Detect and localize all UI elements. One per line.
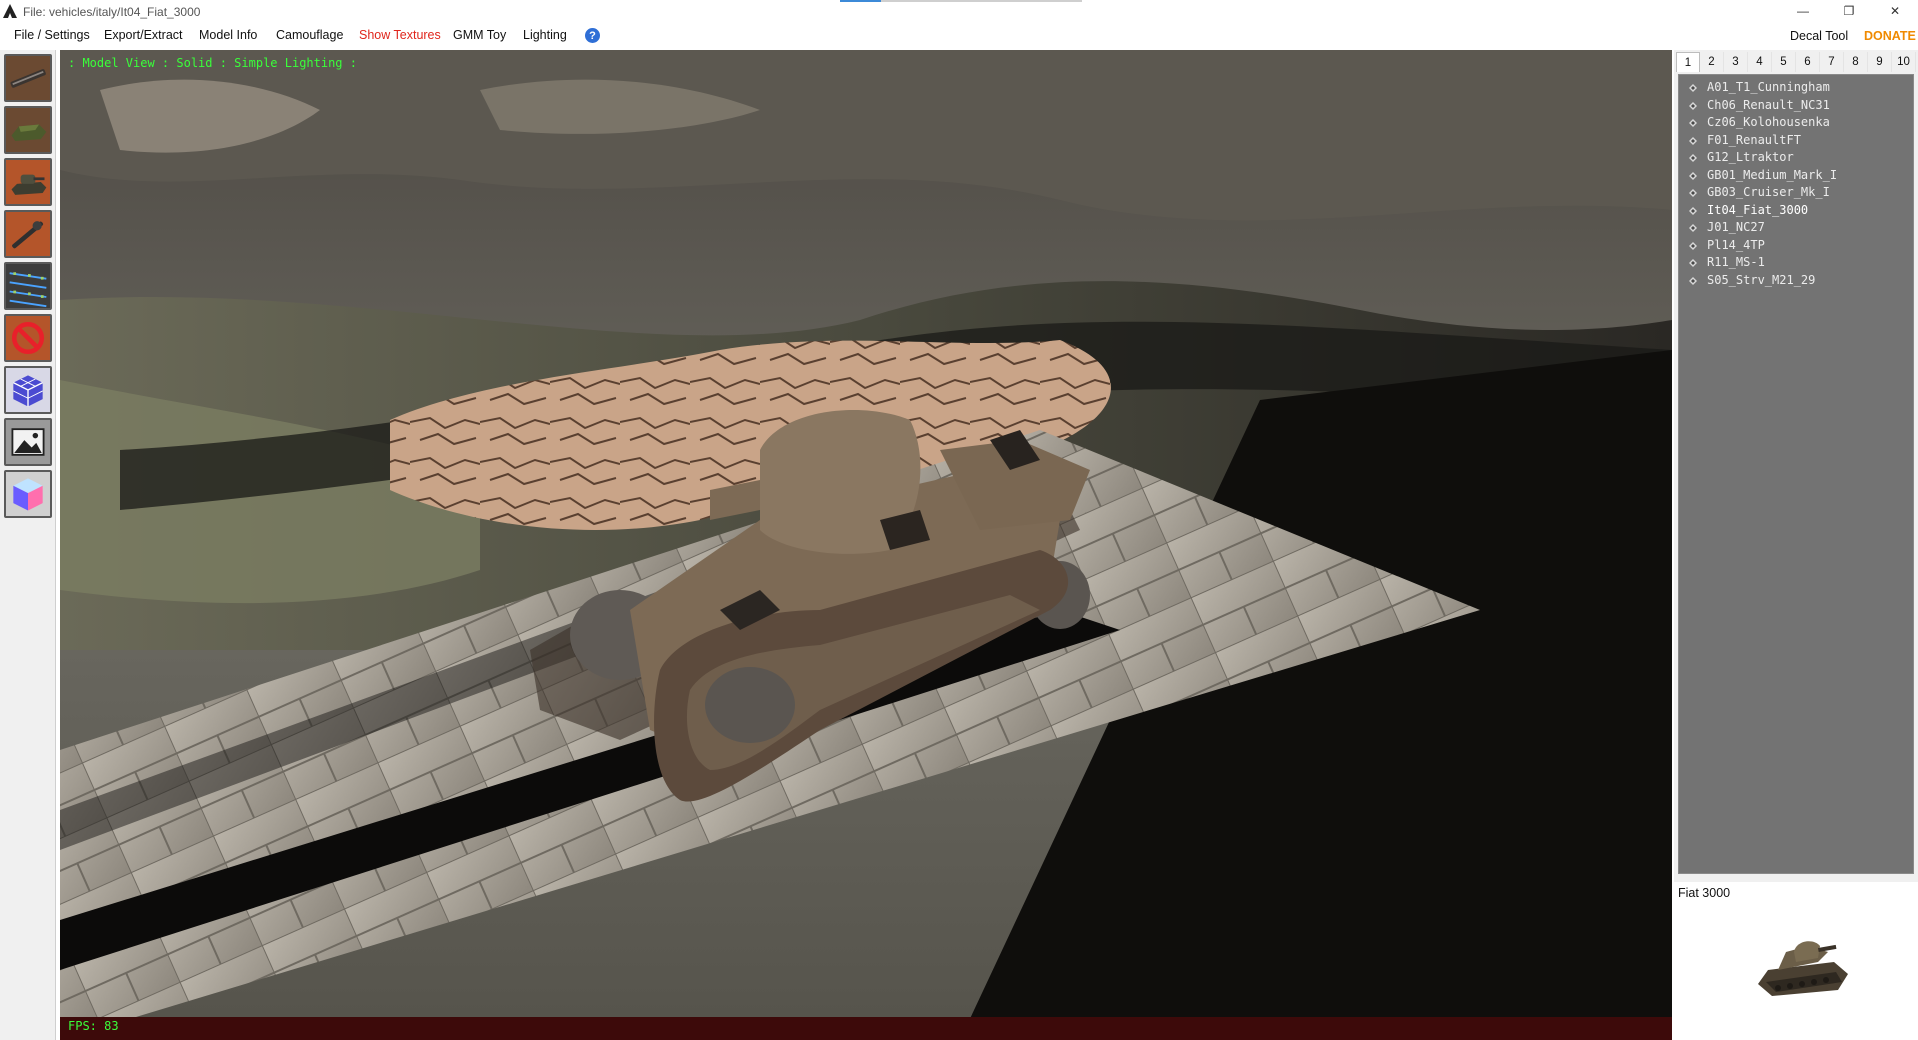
list-item[interactable]: A01_T1_Cunningham: [1679, 79, 1913, 96]
tank-item-label: G12_Ltraktor: [1707, 150, 1794, 164]
menu-gmm-toy[interactable]: GMM Toy: [453, 28, 506, 42]
tab-8[interactable]: 8: [1844, 52, 1868, 72]
tab-1[interactable]: 1: [1676, 52, 1700, 72]
gun-tool-icon: [6, 56, 50, 100]
tank-item-label: S05_Strv_M21_29: [1707, 272, 1816, 287]
fps-counter: FPS: 83: [68, 1019, 119, 1033]
tank-item-icon: [1689, 171, 1697, 180]
tab-7[interactable]: 7: [1820, 52, 1844, 72]
left-toolbar: [0, 50, 56, 1040]
list-item[interactable]: F01_RenaultFT: [1679, 132, 1913, 149]
tank-model-tool-button[interactable]: [4, 158, 52, 206]
cube-grid-tool-button[interactable]: [4, 366, 52, 414]
cube-grid-tool-icon: [6, 368, 50, 412]
title-bar: File: vehicles/italy/It04_Fiat_3000 — ❐ …: [0, 0, 1918, 22]
list-item[interactable]: It04_Fiat_3000: [1679, 202, 1913, 219]
menu-bar: File / Settings Export/Extract Model Inf…: [0, 24, 1918, 48]
minimize-icon: —: [1797, 4, 1809, 18]
image-tool-button[interactable]: [4, 418, 52, 466]
hull-tool-button[interactable]: [4, 106, 52, 154]
tank-preview: Fiat 3000: [1674, 882, 1918, 1040]
track-points-tool-button[interactable]: [4, 262, 52, 310]
list-item[interactable]: Pl14_4TP: [1679, 237, 1913, 254]
image-tool-icon: [6, 420, 50, 464]
tank-item-label: R11_MS-1: [1707, 255, 1765, 269]
list-item[interactable]: Ch06_Renault_NC31: [1679, 97, 1913, 114]
color-cube-tool-button[interactable]: [4, 470, 52, 518]
menu-camouflage[interactable]: Camouflage: [276, 28, 343, 42]
restore-button[interactable]: ❐: [1826, 0, 1872, 22]
tank-item-label: GB03_Cruiser_Mk_I: [1707, 185, 1830, 199]
close-button[interactable]: ✕: [1872, 0, 1918, 22]
help-icon[interactable]: ?: [585, 28, 600, 43]
tab-10[interactable]: 10: [1892, 52, 1916, 72]
barrel-tool-icon: [6, 212, 50, 256]
menu-show-textures[interactable]: Show Textures: [359, 28, 441, 42]
viewport-status: : Model View : Solid : Simple Lighting :: [68, 56, 357, 70]
tank-item-icon: [1689, 136, 1697, 145]
tank-item-icon: [1689, 241, 1697, 250]
decal-tool-button[interactable]: Decal Tool: [1790, 29, 1848, 43]
menu-model-info[interactable]: Model Info: [199, 28, 257, 42]
tank-item-label: Pl14_4TP: [1707, 237, 1765, 252]
tank-item-label: GB01_Medium_Mark_I: [1707, 167, 1838, 182]
tab-4[interactable]: 4: [1748, 52, 1772, 72]
list-item[interactable]: S05_Strv_M21_29: [1679, 272, 1913, 289]
tank-item-icon: [1689, 101, 1697, 110]
hull-tool-icon: [6, 108, 50, 152]
tank-preview-image: [1758, 941, 1848, 996]
tab-2[interactable]: 2: [1700, 52, 1724, 72]
tank-item-icon: [1689, 259, 1697, 267]
tank-list[interactable]: A01_T1_Cunningham Ch06_Renault_NC31 Cz06_K…: [1678, 74, 1914, 874]
tank-item-label: It04_Fiat_3000: [1707, 202, 1809, 217]
tank-item-icon: [1689, 84, 1697, 92]
no-entry-tool-button[interactable]: [4, 314, 52, 362]
gun-tool-button[interactable]: [4, 54, 52, 102]
list-item[interactable]: GB01_Medium_Mark_I: [1679, 167, 1913, 184]
window-title: File: vehicles/italy/It04_Fiat_3000: [23, 5, 201, 19]
tank-item-label: A01_T1_Cunningham: [1707, 80, 1830, 94]
fps-bar: [60, 1017, 1672, 1040]
tank-item-icon: [1689, 189, 1697, 197]
list-item[interactable]: GB03_Cruiser_Mk_I: [1679, 184, 1913, 201]
title-progress-bar: [840, 0, 1082, 2]
barrel-tool-button[interactable]: [4, 210, 52, 258]
color-cube-tool-icon: [6, 472, 50, 516]
list-item[interactable]: R11_MS-1: [1679, 254, 1913, 271]
list-item[interactable]: J01_NC27: [1679, 219, 1913, 236]
tank-item-label: F01_RenaultFT: [1707, 132, 1801, 147]
tank-item-label: J01_NC27: [1707, 220, 1765, 234]
model-viewport[interactable]: : Model View : Solid : Simple Lighting :…: [60, 50, 1672, 1040]
restore-icon: ❐: [1843, 4, 1855, 18]
title-progress-fill: [840, 0, 882, 2]
track-points-tool-icon: [6, 264, 50, 308]
tab-5[interactable]: 5: [1772, 52, 1796, 72]
scene-render: [60, 50, 1672, 1040]
donate-link[interactable]: DONATE: [1864, 29, 1916, 43]
close-icon: ✕: [1889, 4, 1901, 18]
tank-item-icon: [1689, 206, 1697, 215]
list-item[interactable]: Cz06_Kolohousenka: [1679, 114, 1913, 131]
tank-item-icon: [1689, 119, 1697, 127]
no-entry-tool-icon: [6, 316, 50, 360]
tank-item-icon: [1689, 154, 1697, 162]
right-panel: 1 2 3 4 5 6 7 8 9 10 A01_T1_Cunningham Ch…: [1674, 50, 1918, 1040]
menu-export-extract[interactable]: Export/Extract: [104, 28, 183, 42]
menu-lighting[interactable]: Lighting: [523, 28, 567, 42]
list-item[interactable]: G12_Ltraktor: [1679, 149, 1913, 166]
menu-file-settings[interactable]: File / Settings: [14, 28, 90, 42]
minimize-button[interactable]: —: [1780, 0, 1826, 22]
tank-model-tool-icon: [6, 160, 50, 204]
preview-title: Fiat 3000: [1678, 886, 1731, 900]
tank-item-icon: [1689, 276, 1697, 285]
tab-3[interactable]: 3: [1724, 52, 1748, 72]
app-logo-icon: [3, 4, 17, 18]
tab-9[interactable]: 9: [1868, 52, 1892, 72]
tank-item-label: Ch06_Renault_NC31: [1707, 97, 1830, 112]
tank-tabs: 1 2 3 4 5 6 7 8 9 10: [1676, 52, 1916, 72]
tab-6[interactable]: 6: [1796, 52, 1820, 72]
tank-item-icon: [1689, 224, 1697, 232]
tank-item-label: Cz06_Kolohousenka: [1707, 115, 1830, 129]
